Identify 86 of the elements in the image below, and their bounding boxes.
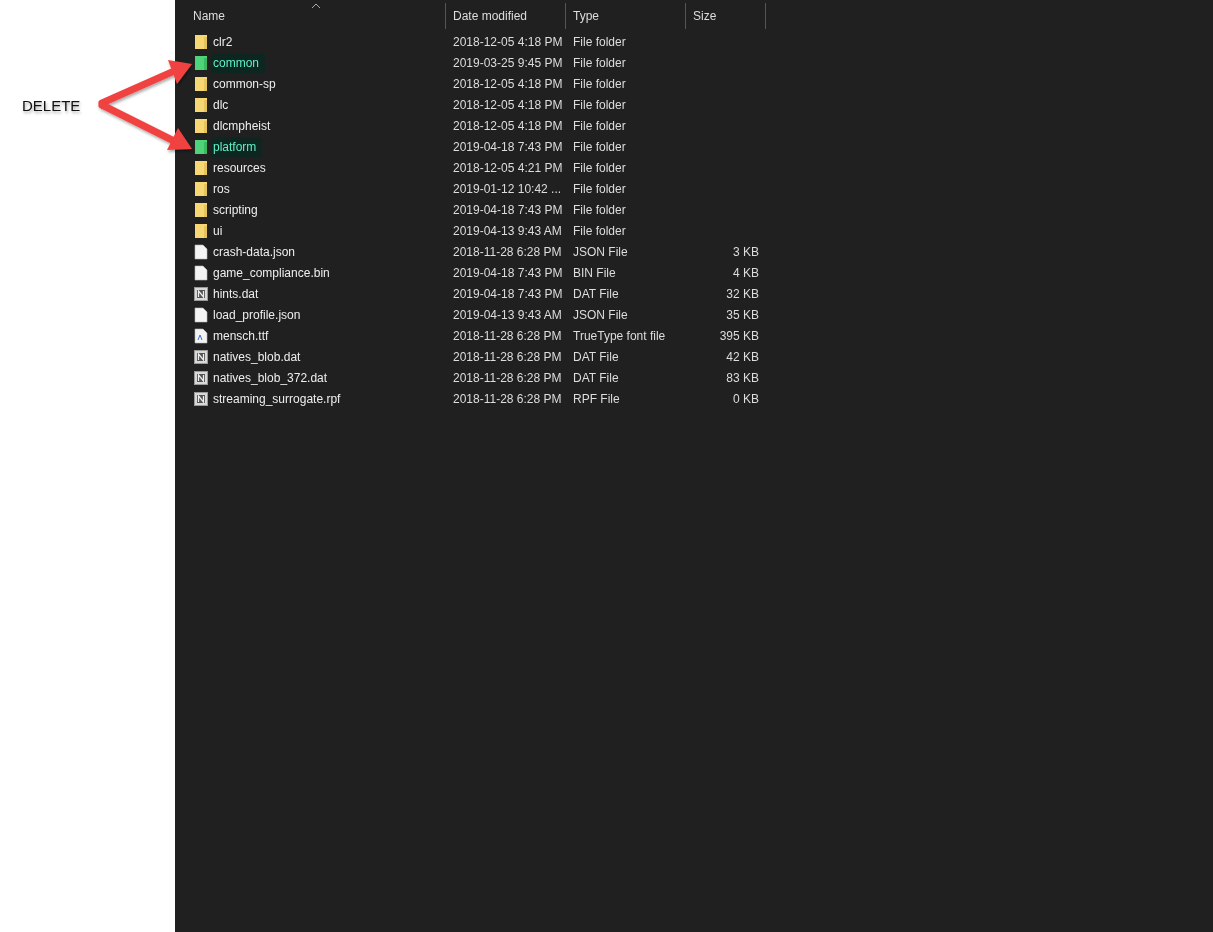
modified-date: 2018-11-28 6:28 PM	[453, 391, 562, 406]
modified-date: 2019-04-13 9:43 AM	[453, 223, 562, 238]
folder-icon	[194, 33, 208, 50]
file-name[interactable]: scripting	[211, 199, 264, 220]
file-name[interactable]: ui	[211, 220, 229, 241]
file-name[interactable]: common-sp	[211, 73, 282, 94]
file-size: 4 KB	[733, 265, 759, 280]
file-size: 32 KB	[726, 286, 759, 301]
modified-date: 2018-11-28 6:28 PM	[453, 328, 562, 343]
column-header[interactable]: Name	[175, 2, 446, 29]
document-icon	[194, 348, 208, 365]
file-name[interactable]: dlcmpheist	[211, 115, 277, 136]
file-type: File folder	[573, 55, 626, 70]
column-header[interactable]: Date modified	[446, 2, 566, 29]
folder-icon	[194, 75, 208, 92]
folder-icon	[194, 180, 208, 197]
font-file-icon	[194, 327, 208, 344]
modified-date: 2019-04-18 7:43 PM	[453, 265, 563, 280]
document-icon	[194, 243, 208, 260]
file-name[interactable]: load_profile.json	[211, 304, 307, 325]
file-name[interactable]: natives_blob_372.dat	[211, 367, 334, 388]
modified-date: 2018-12-05 4:18 PM	[453, 76, 563, 91]
file-type: DAT File	[573, 349, 619, 364]
folder-icon	[194, 54, 208, 71]
modified-date: 2018-12-05 4:18 PM	[453, 97, 563, 112]
document-icon	[194, 264, 208, 281]
modified-date: 2018-11-28 6:28 PM	[453, 370, 562, 385]
modified-date: 2019-04-13 9:43 AM	[453, 307, 562, 322]
column-header[interactable]: Size	[686, 2, 766, 29]
document-icon	[194, 306, 208, 323]
file-name[interactable]: resources	[211, 157, 272, 178]
file-type: DAT File	[573, 286, 619, 301]
file-name[interactable]: dlc	[211, 94, 235, 115]
file-type: JSON File	[573, 307, 628, 322]
file-size: 3 KB	[733, 244, 759, 259]
document-icon	[194, 369, 208, 386]
file-name[interactable]: platform	[211, 136, 263, 157]
modified-date: 2019-01-12 10:42 ...	[453, 181, 562, 196]
file-type: File folder	[573, 139, 626, 154]
modified-date: 2018-11-28 6:28 PM	[453, 349, 562, 364]
folder-icon	[194, 117, 208, 134]
modified-date: 2019-03-25 9:45 PM	[453, 55, 563, 70]
file-type: File folder	[573, 181, 626, 196]
modified-date: 2019-04-18 7:43 PM	[453, 202, 563, 217]
file-size: 83 KB	[726, 370, 759, 385]
folder-icon	[194, 159, 208, 176]
folder-icon	[194, 138, 208, 155]
file-name[interactable]: clr2	[211, 31, 239, 52]
file-type: File folder	[573, 34, 626, 49]
file-name[interactable]: crash-data.json	[211, 241, 302, 262]
file-size: 42 KB	[726, 349, 759, 364]
folder-icon	[194, 201, 208, 218]
file-name[interactable]: streaming_surrogate.rpf	[211, 388, 347, 409]
file-type: File folder	[573, 202, 626, 217]
file-name[interactable]: ros	[211, 178, 236, 199]
annotation-label: DELETE	[22, 96, 81, 116]
file-type: BIN File	[573, 265, 616, 280]
file-type: TrueType font file	[573, 328, 666, 343]
column-header[interactable]: Type	[566, 2, 686, 29]
sort-caret-icon	[311, 2, 321, 9]
folder-icon	[194, 222, 208, 239]
file-type: File folder	[573, 223, 626, 238]
file-type: File folder	[573, 97, 626, 112]
modified-date: 2018-12-05 4:21 PM	[453, 160, 563, 175]
file-name[interactable]: hints.dat	[211, 283, 265, 304]
file-size: 35 KB	[726, 307, 759, 322]
file-type: File folder	[573, 76, 626, 91]
modified-date: 2018-11-28 6:28 PM	[453, 244, 562, 259]
file-name[interactable]: game_compliance.bin	[211, 262, 336, 283]
file-type: DAT File	[573, 370, 619, 385]
file-type: JSON File	[573, 244, 628, 259]
folder-icon	[194, 96, 208, 113]
file-name[interactable]: natives_blob.dat	[211, 346, 307, 367]
modified-date: 2019-04-18 7:43 PM	[453, 139, 563, 154]
file-size: 0 KB	[733, 391, 759, 406]
modified-date: 2018-12-05 4:18 PM	[453, 34, 563, 49]
file-type: File folder	[573, 160, 626, 175]
file-size: 395 KB	[719, 328, 759, 343]
document-icon	[194, 285, 208, 302]
file-name[interactable]: common	[211, 52, 265, 73]
document-icon	[194, 390, 208, 407]
file-name[interactable]: mensch.ttf	[211, 325, 275, 346]
modified-date: 2019-04-18 7:43 PM	[453, 286, 563, 301]
modified-date: 2018-12-05 4:18 PM	[453, 118, 563, 133]
file-type: File folder	[573, 118, 626, 133]
file-type: RPF File	[573, 391, 620, 406]
